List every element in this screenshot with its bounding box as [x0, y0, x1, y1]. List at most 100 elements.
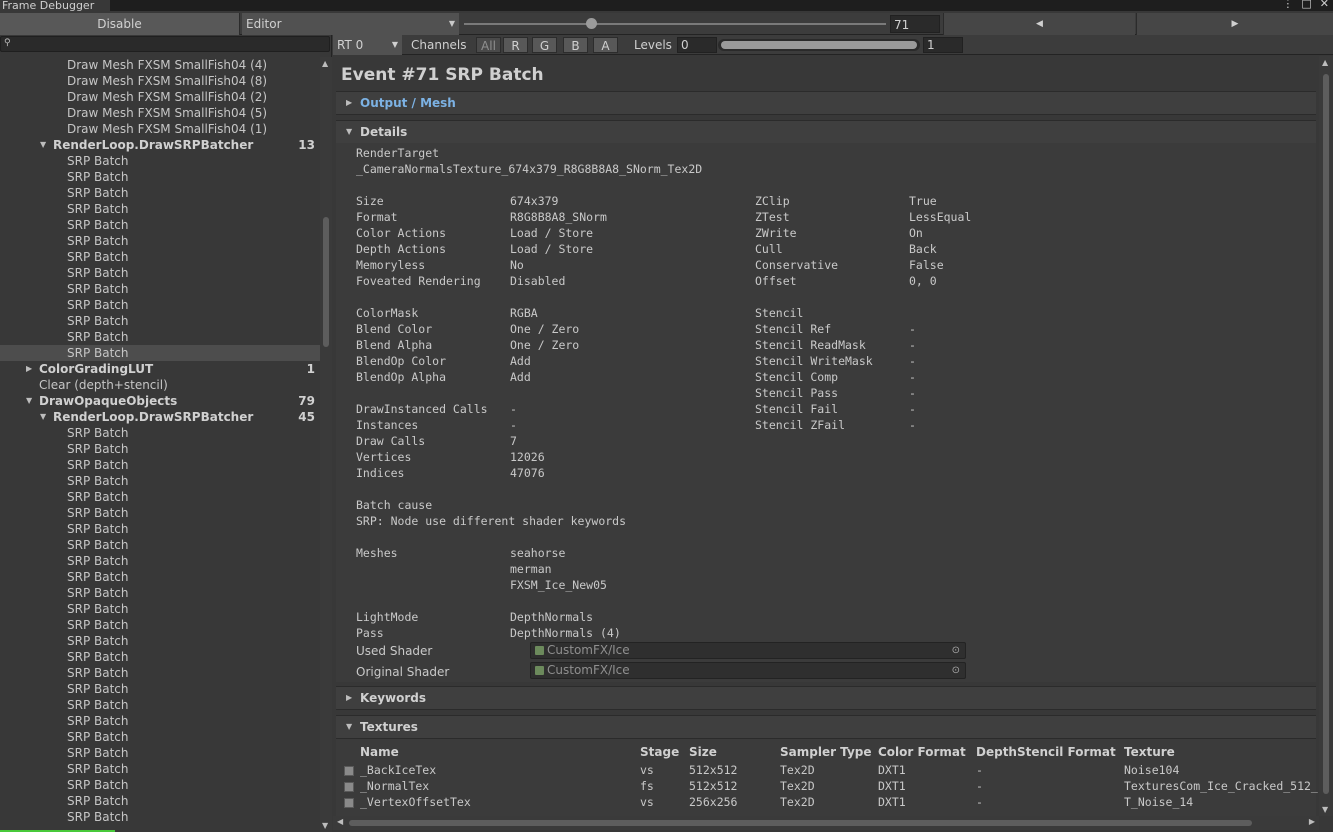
- tree-row[interactable]: ▼ DrawOpaqueObjects 79: [0, 393, 320, 409]
- channel-g-button[interactable]: G: [532, 37, 557, 53]
- levels-max-field[interactable]: 1: [923, 37, 963, 53]
- tree-row[interactable]: SRP Batch: [0, 521, 320, 537]
- event-slider-thumb[interactable]: [585, 18, 597, 29]
- scroll-down-icon[interactable]: ▼: [322, 821, 328, 830]
- details-foldout[interactable]: ▼ Details: [336, 120, 1316, 144]
- tree-row[interactable]: SRP Batch: [0, 153, 320, 169]
- tree-row[interactable]: SRP Batch: [0, 777, 320, 793]
- tree-row[interactable]: SRP Batch: [0, 457, 320, 473]
- output-mesh-foldout[interactable]: ▶ Output / Mesh: [336, 91, 1316, 115]
- tree-row[interactable]: Draw Mesh FXSM SmallFish04 (5): [0, 105, 320, 121]
- tree-row[interactable]: SRP Batch: [0, 569, 320, 585]
- tree-row[interactable]: SRP Batch: [0, 345, 320, 361]
- tree-row[interactable]: Clear (depth+stencil): [0, 377, 320, 393]
- event-number-field[interactable]: 71: [890, 15, 940, 33]
- tree-row[interactable]: SRP Batch: [0, 233, 320, 249]
- object-picker-icon[interactable]: ⊙: [952, 643, 960, 658]
- tree-row[interactable]: SRP Batch: [0, 169, 320, 185]
- tree-row[interactable]: SRP Batch: [0, 313, 320, 329]
- used-shader-field[interactable]: CustomFX/Ice ⊙: [530, 642, 966, 659]
- triangle-down-icon[interactable]: ▼: [40, 137, 46, 153]
- maximize-icon[interactable]: □: [1301, 0, 1311, 9]
- tree-row[interactable]: SRP Batch: [0, 809, 320, 825]
- tree-row[interactable]: ▶ ColorGradingLUT 1: [0, 361, 320, 377]
- more-icon[interactable]: ⋮: [1282, 0, 1293, 9]
- tree-row[interactable]: SRP Batch: [0, 745, 320, 761]
- tree-row[interactable]: SRP Batch: [0, 425, 320, 441]
- triangle-right-icon[interactable]: ▶: [26, 361, 32, 377]
- tree-row[interactable]: SRP Batch: [0, 633, 320, 649]
- detail-value: -: [909, 370, 916, 384]
- event-slider-track[interactable]: [464, 23, 886, 25]
- scroll-up-icon[interactable]: ▲: [1322, 58, 1328, 67]
- tree-row[interactable]: SRP Batch: [0, 793, 320, 809]
- tree-row[interactable]: Draw Mesh FXSM SmallFish04 (4): [0, 57, 320, 73]
- tree-row[interactable]: SRP Batch: [0, 713, 320, 729]
- scroll-up-icon[interactable]: ▲: [322, 59, 328, 68]
- scroll-left-icon[interactable]: ◀: [337, 817, 343, 826]
- tree-row[interactable]: SRP Batch: [0, 217, 320, 233]
- tree-row[interactable]: SRP Batch: [0, 553, 320, 569]
- target-select[interactable]: Editor ▼: [242, 13, 459, 35]
- channel-b-button[interactable]: B: [563, 37, 588, 53]
- channel-all-button[interactable]: All: [476, 37, 501, 53]
- object-picker-icon[interactable]: ⊙: [952, 663, 960, 678]
- tree-row[interactable]: SRP Batch: [0, 249, 320, 265]
- hierarchy-scroll-thumb[interactable]: [323, 217, 329, 347]
- tree-row[interactable]: SRP Batch: [0, 601, 320, 617]
- window-tab[interactable]: Frame Debugger: [0, 0, 110, 11]
- scroll-down-icon[interactable]: ▼: [1322, 805, 1328, 814]
- levels-range-slider[interactable]: [718, 39, 920, 51]
- tree-row[interactable]: SRP Batch: [0, 201, 320, 217]
- tree-row[interactable]: SRP Batch: [0, 649, 320, 665]
- tree-row[interactable]: SRP Batch: [0, 441, 320, 457]
- tree-row-label: SRP Batch: [67, 650, 129, 664]
- tree-row[interactable]: SRP Batch: [0, 297, 320, 313]
- channel-a-button[interactable]: A: [593, 37, 618, 53]
- textures-foldout[interactable]: ▼ Textures: [336, 715, 1316, 739]
- previous-event-button[interactable]: ◀: [943, 13, 1135, 35]
- tree-row[interactable]: SRP Batch: [0, 265, 320, 281]
- tree-row[interactable]: SRP Batch: [0, 697, 320, 713]
- hierarchy-scrollbar[interactable]: ▲ ▼: [320, 57, 332, 832]
- details-vertical-scrollbar[interactable]: ▲ ▼: [1319, 56, 1333, 816]
- details-horizontal-scrollbar[interactable]: ◀ ▶: [333, 816, 1319, 830]
- tree-row[interactable]: SRP Batch: [0, 281, 320, 297]
- details-hscroll-thumb[interactable]: [349, 820, 1252, 826]
- close-icon[interactable]: ✕: [1320, 0, 1329, 9]
- tree-row[interactable]: Draw Mesh FXSM SmallFish04 (1): [0, 121, 320, 137]
- tree-row[interactable]: SRP Batch: [0, 761, 320, 777]
- tree-row[interactable]: SRP Batch: [0, 665, 320, 681]
- levels-range-fill[interactable]: [721, 41, 917, 49]
- details-scroll-thumb[interactable]: [1323, 74, 1329, 794]
- disable-button[interactable]: Disable: [0, 13, 240, 35]
- triangle-down-icon[interactable]: ▼: [26, 393, 32, 409]
- tree-row[interactable]: SRP Batch: [0, 185, 320, 201]
- levels-min-field[interactable]: 0: [677, 37, 717, 53]
- tree-row[interactable]: ▼ RenderLoop.DrawSRPBatcher 45: [0, 409, 320, 425]
- tree-row[interactable]: SRP Batch: [0, 505, 320, 521]
- original-shader-field[interactable]: CustomFX/Ice ⊙: [530, 662, 966, 679]
- textures-cell[interactable]: TexturesCom_Ice_Cracked_512_: [1124, 779, 1318, 793]
- tree-row[interactable]: SRP Batch: [0, 473, 320, 489]
- keywords-foldout[interactable]: ▶ Keywords: [336, 686, 1316, 710]
- triangle-down-icon[interactable]: ▼: [40, 409, 46, 425]
- channel-r-button[interactable]: R: [503, 37, 528, 53]
- tree-row[interactable]: ▼ RenderLoop.DrawSRPBatcher 13: [0, 137, 320, 153]
- tree-row[interactable]: Draw Mesh FXSM SmallFish04 (2): [0, 89, 320, 105]
- tree-row[interactable]: SRP Batch: [0, 585, 320, 601]
- scroll-right-icon[interactable]: ▶: [1309, 817, 1315, 826]
- tree-row[interactable]: SRP Batch: [0, 617, 320, 633]
- tree-row[interactable]: SRP Batch: [0, 729, 320, 745]
- next-event-button[interactable]: ▶: [1136, 13, 1333, 35]
- tree-row[interactable]: SRP Batch: [0, 537, 320, 553]
- tree-row[interactable]: SRP Batch: [0, 681, 320, 697]
- rt-select[interactable]: RT 0 ▼: [333, 35, 402, 55]
- textures-cell[interactable]: T_Noise_14: [1124, 795, 1193, 809]
- tree-row[interactable]: SRP Batch: [0, 489, 320, 505]
- search-input[interactable]: ⚲: [0, 36, 330, 52]
- tree-row[interactable]: Draw Mesh FXSM SmallFish04 (8): [0, 73, 320, 89]
- output-mesh-label[interactable]: Output / Mesh: [360, 96, 456, 110]
- tree-row[interactable]: SRP Batch: [0, 329, 320, 345]
- textures-cell[interactable]: Noise104: [1124, 763, 1179, 777]
